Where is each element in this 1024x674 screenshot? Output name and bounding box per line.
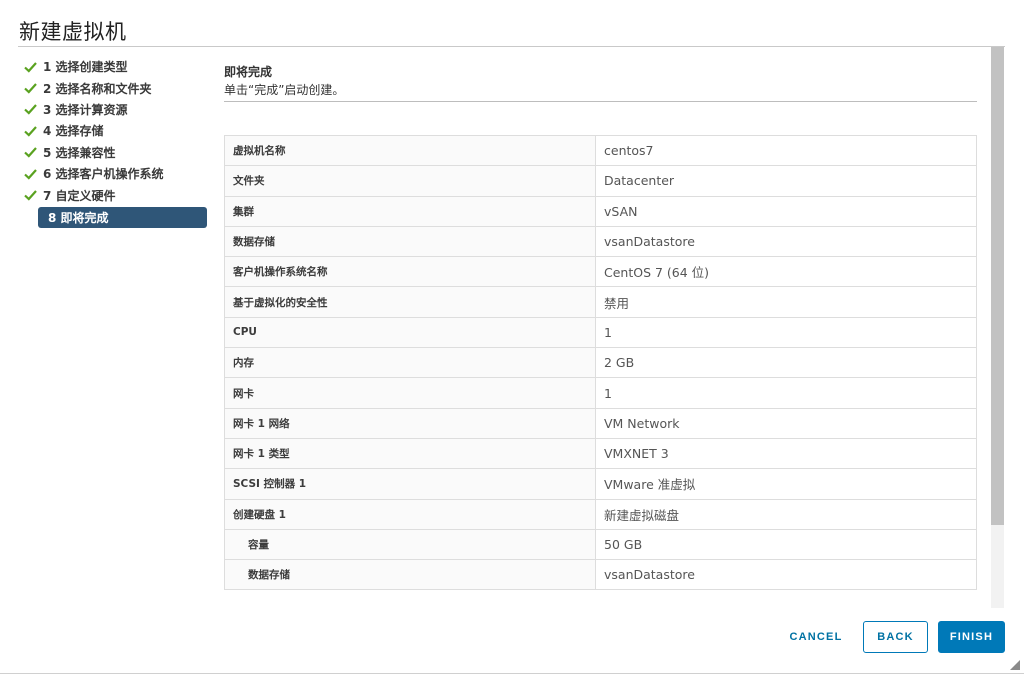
step-label: 6 选择客户机操作系统 [43, 167, 164, 182]
table-row: 数据存储 vsanDatastore [224, 226, 977, 258]
row-key: 数据存储 [224, 559, 596, 591]
table-row: 容量 50 GB [224, 529, 977, 561]
row-value: centos7 [595, 135, 977, 167]
table-row: 网卡 1 网络 VM Network [224, 408, 977, 439]
back-button[interactable]: BACK [863, 621, 928, 653]
table-row: CPU 1 [224, 317, 977, 349]
summary-table: 虚拟机名称 centos7 文件夹 Datacenter 集群 vSAN 数据存… [224, 135, 977, 591]
row-key: 虚拟机名称 [224, 135, 596, 167]
row-key: 网卡 [224, 377, 596, 409]
table-row: 客户机操作系统名称 CentOS 7 (64 位) [224, 256, 977, 288]
table-row: 文件夹 Datacenter [224, 165, 977, 197]
table-row: 基于虚拟化的安全性 禁用 [224, 286, 977, 318]
check-icon [24, 190, 37, 201]
table-row: 集群 vSAN [224, 196, 977, 227]
heading-divider [224, 101, 977, 102]
row-key: 数据存储 [224, 226, 596, 258]
step-label: 1 选择创建类型 [43, 60, 128, 75]
table-row: 数据存储 vsanDatastore [224, 559, 977, 591]
row-key: 集群 [224, 196, 596, 227]
step-label: 4 选择存储 [43, 124, 104, 139]
row-key: 容量 [224, 529, 596, 561]
row-value: VMware 准虚拟 [595, 468, 977, 500]
table-row: 创建硬盘 1 新建虚拟磁盘 [224, 499, 977, 530]
row-value: vSAN [595, 196, 977, 227]
table-row: 网卡 1 [224, 377, 977, 409]
ready-to-complete-panel: 即将完成 单击“完成”启动创建。 虚拟机名称 centos7 文件夹 Datac… [224, 56, 991, 608]
row-value: VM Network [595, 408, 977, 439]
row-key: 内存 [224, 347, 596, 379]
step-label: 2 选择名称和文件夹 [43, 81, 152, 96]
row-key: 基于虚拟化的安全性 [224, 286, 596, 318]
page-subtitle: 单击“完成”启动创建。 [224, 83, 345, 97]
row-value: vsanDatastore [595, 559, 977, 591]
row-key: 创建硬盘 1 [224, 499, 596, 530]
title-divider [18, 46, 1005, 47]
step-label: 5 选择兼容性 [43, 145, 116, 160]
step-7[interactable]: 7 自定义硬件 [24, 184, 214, 205]
check-icon [24, 126, 37, 137]
check-icon [24, 83, 37, 94]
row-value: 1 [595, 377, 977, 409]
row-key: 客户机操作系统名称 [224, 256, 596, 288]
cancel-button[interactable]: CANCEL [780, 621, 852, 653]
table-row: SCSI 控制器 1 VMware 准虚拟 [224, 468, 977, 500]
table-row: 网卡 1 类型 VMXNET 3 [224, 438, 977, 470]
resize-grip-icon[interactable] [1010, 660, 1020, 670]
step-label: 3 选择计算资源 [43, 102, 128, 117]
table-row: 内存 2 GB [224, 347, 977, 379]
step-5[interactable]: 5 选择兼容性 [24, 142, 214, 163]
finish-button[interactable]: FINISH [938, 621, 1005, 653]
row-value: vsanDatastore [595, 226, 977, 258]
check-icon [24, 61, 37, 73]
dialog-title: 新建虚拟机 [19, 20, 127, 44]
step-2[interactable]: 2 选择名称和文件夹 [24, 77, 214, 98]
step-label: 7 自定义硬件 [43, 188, 116, 203]
row-key: SCSI 控制器 1 [224, 468, 596, 500]
row-value: Datacenter [595, 165, 977, 197]
row-value: 禁用 [595, 286, 977, 318]
step-6[interactable]: 6 选择客户机操作系统 [24, 163, 214, 184]
wizard-steps: 1 选择创建类型 2 选择名称和文件夹 3 选择计算资源 4 选择存储 5 选择… [24, 56, 214, 228]
step-3[interactable]: 3 选择计算资源 [24, 99, 214, 120]
row-value: 50 GB [595, 529, 977, 561]
table-row: 虚拟机名称 centos7 [224, 135, 977, 167]
row-key: 网卡 1 类型 [224, 438, 596, 470]
new-vm-dialog: 新建虚拟机 1 选择创建类型 2 选择名称和文件夹 3 选择计算资源 4 选择存… [0, 0, 1024, 674]
step-1[interactable]: 1 选择创建类型 [24, 56, 214, 77]
step-label: 8 即将完成 [48, 210, 109, 225]
check-icon [24, 104, 37, 116]
row-key: 文件夹 [224, 165, 596, 197]
row-value: VMXNET 3 [595, 438, 977, 470]
row-value: 1 [595, 317, 977, 349]
check-icon [24, 147, 37, 158]
row-key: 网卡 1 网络 [224, 408, 596, 439]
step-4[interactable]: 4 选择存储 [24, 120, 214, 141]
step-8-active[interactable]: 8 即将完成 [24, 206, 214, 228]
page-heading: 即将完成 [224, 65, 273, 79]
row-value: 新建虚拟磁盘 [595, 499, 977, 530]
row-key: CPU [224, 317, 596, 349]
row-value: 2 GB [595, 347, 977, 379]
scrollbar-thumb[interactable] [991, 47, 1004, 525]
row-value: CentOS 7 (64 位) [595, 256, 977, 288]
check-icon [24, 168, 37, 180]
